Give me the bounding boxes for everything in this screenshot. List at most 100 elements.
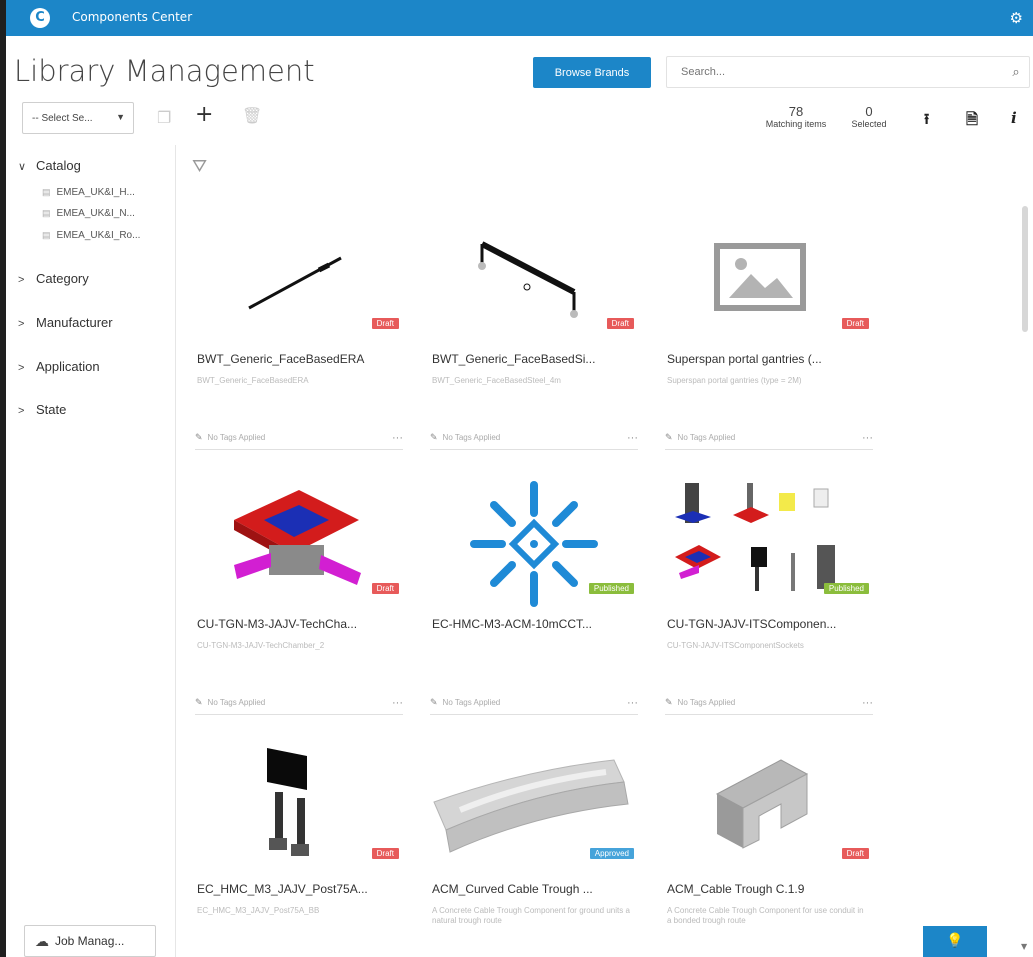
component-card[interactable]: Published EC-HMC-M3-ACM-10mCCT... ✎ No T… xyxy=(424,465,644,727)
selected-label: Selected xyxy=(851,119,887,129)
status-badge: Draft xyxy=(606,318,634,329)
tags-label: No Tags Applied xyxy=(207,698,266,707)
export-icon[interactable]: 🗎 xyxy=(966,109,978,134)
sidebar: ∨ Catalog ▤ EMEA_UK&I_H... ▤ EMEA_UK&I_N...… xyxy=(6,145,176,957)
info-icon[interactable]: i xyxy=(1011,109,1017,127)
catalog-item-label: EMEA_UK&I_Ro... xyxy=(56,230,141,241)
tree-node-catalog[interactable]: ∨ Catalog xyxy=(18,158,81,173)
tag-icon: ✎ xyxy=(430,432,438,442)
status-badge: Draft xyxy=(371,318,399,329)
component-card[interactable]: Draft BWT_Generic_FaceBasedSi... BWT_Gen… xyxy=(424,200,644,462)
matching-items-counter: 78 Matching items xyxy=(762,104,830,129)
scrollbar-thumb[interactable] xyxy=(1022,206,1028,332)
caret-down-icon: ▼ xyxy=(116,112,125,122)
upload-icon[interactable]: ⭱ xyxy=(924,109,929,134)
card-footer: ✎ No Tags Applied ··· xyxy=(430,426,638,450)
search-icon[interactable]: ⌕ xyxy=(1003,65,1029,80)
component-name: BWT_Generic_FaceBasedSi... xyxy=(432,352,596,366)
catalog-item[interactable]: ▤ EMEA_UK&I_H... xyxy=(42,187,135,198)
gear-icon[interactable]: ⚙ xyxy=(1010,9,1023,27)
app-logo-icon: C xyxy=(30,8,50,28)
status-badge: Published xyxy=(588,583,634,594)
lightbulb-icon: 💡 xyxy=(946,933,964,949)
tree-node-category[interactable]: > Category xyxy=(18,271,89,286)
trash-icon[interactable]: 🗑 xyxy=(242,106,262,125)
component-description: CU-TGN-JAJV-ITSComponentSockets xyxy=(667,641,804,650)
component-name: ACM_Cable Trough C.1.9 xyxy=(667,882,805,896)
selected-count: 0 xyxy=(865,104,873,119)
component-description: EC_HMC_M3_JAJV_Post75A_BB xyxy=(197,906,320,915)
component-card[interactable]: Draft EC_HMC_M3_JAJV_Post75A... EC_HMC_M… xyxy=(189,730,409,957)
app-window: C Components Center ⚙ Library Management… xyxy=(6,0,1033,957)
matching-label: Matching items xyxy=(765,119,827,129)
tree-node-label: Catalog xyxy=(36,158,81,173)
more-options-icon[interactable]: ··· xyxy=(862,697,873,709)
component-description: A Concrete Cable Trough Component for us… xyxy=(667,906,864,925)
more-options-icon[interactable]: ··· xyxy=(862,432,873,444)
tag-icon: ✎ xyxy=(195,697,203,707)
tree-node-state[interactable]: > State xyxy=(18,402,66,417)
list-icon: ▤ xyxy=(42,187,51,197)
scroll-down-icon[interactable]: ▼ xyxy=(1021,942,1027,951)
more-options-icon[interactable]: ··· xyxy=(392,697,403,709)
component-description: Superspan portal gantries (type = 2M) xyxy=(667,376,802,385)
tag-icon: ✎ xyxy=(665,697,673,707)
tree-node-label: Category xyxy=(36,271,89,286)
tags-label: No Tags Applied xyxy=(442,433,501,442)
add-icon[interactable]: + xyxy=(195,102,213,127)
filter-icon[interactable]: ⛛ xyxy=(192,156,207,177)
browse-brands-button[interactable]: Browse Brands xyxy=(533,57,651,88)
help-button[interactable]: 💡 xyxy=(923,926,987,957)
catalog-item-label: EMEA_UK&I_H... xyxy=(56,187,135,198)
component-card[interactable]: Draft BWT_Generic_FaceBasedERA BWT_Gener… xyxy=(189,200,409,462)
matching-count: 78 xyxy=(788,104,804,119)
page-title: Library Management xyxy=(14,54,315,88)
chevron-right-icon: > xyxy=(18,362,25,374)
catalog-item[interactable]: ▤ EMEA_UK&I_N... xyxy=(42,208,135,219)
component-description: CU-TGN-M3-JAJV-TechChamber_2 xyxy=(197,641,325,650)
chevron-right-icon: > xyxy=(18,274,25,286)
tree-node-label: State xyxy=(36,402,67,417)
tree-node-label: Manufacturer xyxy=(36,315,113,330)
cloud-gear-icon: ☁ xyxy=(35,932,49,949)
search-box: ⌕ xyxy=(666,56,1030,88)
component-card[interactable]: Approved ACM_Curved Cable Trough ... A C… xyxy=(424,730,644,957)
selected-counter: 0 Selected xyxy=(844,104,894,129)
component-card[interactable]: Draft ACM_Cable Trough C.1.9 A Concrete … xyxy=(659,730,879,957)
card-footer: ✎ No Tags Applied ··· xyxy=(195,691,403,715)
component-name: Superspan portal gantries (... xyxy=(667,352,822,366)
status-badge: Draft xyxy=(841,318,869,329)
catalog-item[interactable]: ▤ EMEA_UK&I_Ro... xyxy=(42,230,140,241)
library-select[interactable]: -- Select Se... ▼ xyxy=(22,102,134,134)
component-card[interactable]: Draft CU-TGN-M3-JAJV-TechCha... CU-TGN-M… xyxy=(189,465,409,727)
title-bar: C Components Center ⚙ xyxy=(6,0,1033,36)
scrollbar[interactable]: ▼ xyxy=(1020,200,1030,957)
component-card[interactable]: Draft Superspan portal gantries (... Sup… xyxy=(659,200,879,462)
card-footer: ✎ No Tags Applied ··· xyxy=(665,426,873,450)
card-footer: ✎ No Tags Applied ··· xyxy=(665,691,873,715)
component-grid: Draft BWT_Generic_FaceBasedERA BWT_Gener… xyxy=(189,200,879,957)
tags-label: No Tags Applied xyxy=(677,433,736,442)
component-name: ACM_Curved Cable Trough ... xyxy=(432,882,593,896)
catalog-item-label: EMEA_UK&I_N... xyxy=(56,208,135,219)
tree-node-manufacturer[interactable]: > Manufacturer xyxy=(18,315,113,330)
chevron-right-icon: > xyxy=(18,318,25,330)
search-input[interactable] xyxy=(667,66,1003,78)
more-options-icon[interactable]: ··· xyxy=(627,432,638,444)
component-name: CU-TGN-M3-JAJV-TechCha... xyxy=(197,617,358,631)
library-select-value: -- Select Se... xyxy=(32,112,93,124)
job-manager-label: Job Manag... xyxy=(55,934,125,948)
component-card[interactable]: Published CU-TGN-JAJV-ITSComponen... CU-… xyxy=(659,465,879,727)
more-options-icon[interactable]: ··· xyxy=(627,697,638,709)
job-manager-button[interactable]: ☁ Job Manag... xyxy=(24,925,156,957)
chevron-down-icon: ∨ xyxy=(18,161,27,173)
tree-node-application[interactable]: > Application xyxy=(18,359,100,374)
tag-icon: ✎ xyxy=(195,432,203,442)
copy-icon[interactable]: ❐ xyxy=(157,108,171,127)
more-options-icon[interactable]: ··· xyxy=(392,432,403,444)
component-description: A Concrete Cable Trough Component for gr… xyxy=(432,906,630,925)
component-name: EC-HMC-M3-ACM-10mCCT... xyxy=(432,617,592,631)
tags-label: No Tags Applied xyxy=(207,433,266,442)
status-badge: Approved xyxy=(589,848,634,859)
status-badge: Draft xyxy=(841,848,869,859)
